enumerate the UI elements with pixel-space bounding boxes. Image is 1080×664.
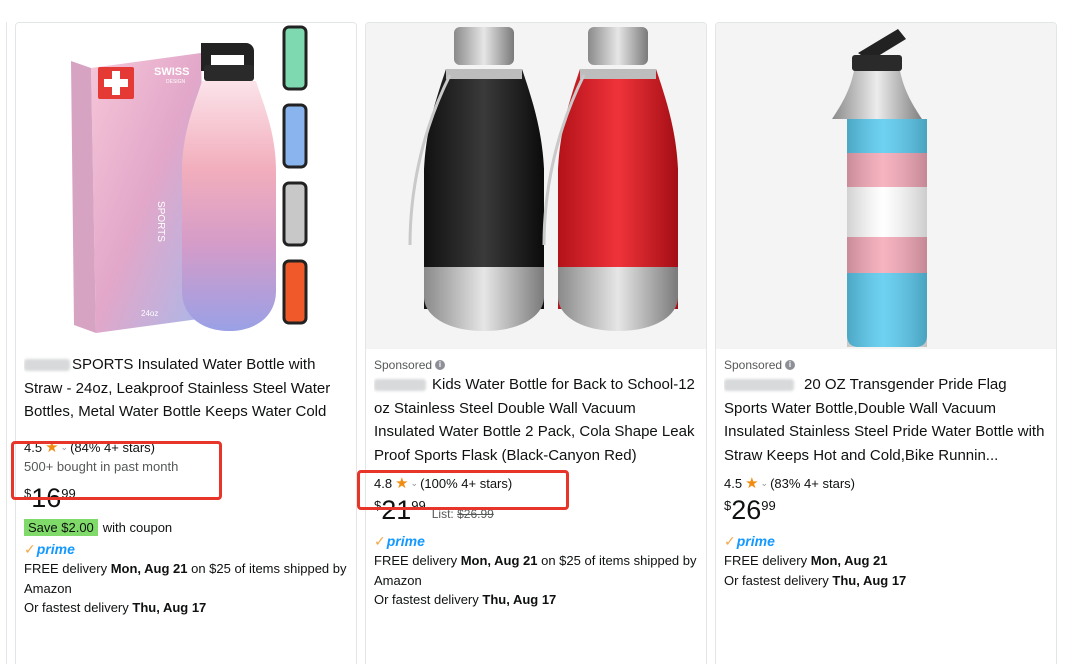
chevron-down-icon[interactable]: ⌄ <box>761 478 769 489</box>
price-whole: 26 <box>731 495 762 525</box>
product-title[interactable]: 20 OZ Transgender Pride Flag Sports Wate… <box>724 373 1048 469</box>
product-image[interactable]: SWISS DESIGN SPORTS 24oz <box>16 23 356 349</box>
product-details: Sponsored i 20 OZ Transgender Pride Flag… <box>724 353 1048 590</box>
swiss-bottle-illustration: SWISS DESIGN SPORTS 24oz <box>16 23 356 349</box>
prime-label: prime <box>36 541 75 557</box>
delivery-prefix: FREE delivery <box>374 553 461 568</box>
sponsored-text: Sponsored <box>724 358 783 372</box>
prime-check-icon: ✓ <box>374 533 386 549</box>
delivery-info: FREE delivery Mon, Aug 21 on $25 of item… <box>374 551 698 610</box>
rating-value: 4.5 <box>724 475 743 491</box>
prime-badge: ✓prime <box>374 531 698 551</box>
prime-badge: ✓prime <box>24 539 348 559</box>
product-image[interactable] <box>716 23 1056 349</box>
coupon-row[interactable]: Save $2.00 with coupon <box>24 517 348 537</box>
product-title[interactable]: Kids Water Bottle for Back to School-12 … <box>374 373 698 469</box>
prime-badge: ✓prime <box>724 531 1048 551</box>
delivery-info: FREE delivery Mon, Aug 21 Or fastest del… <box>724 551 1048 590</box>
rating-highlight-box <box>11 441 222 500</box>
box-size-text: 24oz <box>141 309 158 318</box>
product-title[interactable]: SPORTS Insulated Water Bottle with Straw… <box>24 353 348 425</box>
product-card: SWISS DESIGN SPORTS 24oz SPORTS Insulate… <box>15 22 357 664</box>
coupon-badge[interactable]: Save $2.00 <box>24 518 98 536</box>
box-side-text: SPORTS <box>155 201 166 242</box>
delivery-date: Mon, Aug 21 <box>810 553 888 568</box>
box-sub-text: DESIGN <box>166 79 186 85</box>
rating-highlight-box <box>357 470 569 510</box>
fastest-date: Thu, Aug 17 <box>832 572 907 588</box>
prime-check-icon: ✓ <box>24 541 36 557</box>
cola-bottles-illustration <box>366 23 706 349</box>
pride-bottle-illustration <box>716 23 1056 349</box>
fastest-prefix: Or fastest delivery <box>374 592 483 608</box>
delivery-prefix: FREE delivery <box>24 561 111 576</box>
product-card: Sponsored i Kids Water Bottle for Back t… <box>365 22 707 664</box>
delivery-prefix: FREE delivery <box>724 553 811 568</box>
rating-row[interactable]: 4.5 ★ ⌄ (83% 4+ stars) <box>724 473 1048 493</box>
rating-detail: (83% 4+ stars) <box>770 475 855 491</box>
delivery-date: Mon, Aug 21 <box>110 561 188 576</box>
price-fraction: 99 <box>761 498 776 513</box>
star-icon: ★ <box>745 475 759 492</box>
fastest-prefix: Or fastest delivery <box>724 572 833 588</box>
product-image[interactable] <box>366 23 706 349</box>
sponsored-label[interactable]: Sponsored i <box>724 357 1048 373</box>
sponsored-label[interactable]: Sponsored i <box>374 357 698 373</box>
coupon-text: with coupon <box>102 519 173 535</box>
previous-card-edge <box>0 22 7 664</box>
delivery-date: Mon, Aug 21 <box>460 553 538 568</box>
sponsored-text: Sponsored <box>374 358 433 372</box>
redacted-brand <box>374 379 426 392</box>
prime-check-icon: ✓ <box>724 533 736 549</box>
product-card: Sponsored i 20 OZ Transgender Pride Flag… <box>715 22 1057 664</box>
box-brand-text: SWISS <box>154 66 189 78</box>
price[interactable]: $ 26 99 <box>724 495 1048 529</box>
fastest-date: Thu, Aug 17 <box>132 600 207 616</box>
prime-label: prime <box>736 533 775 549</box>
delivery-info: FREE delivery Mon, Aug 21 on $25 of item… <box>24 559 348 618</box>
redacted-brand <box>724 379 794 392</box>
fastest-prefix: Or fastest delivery <box>24 600 133 616</box>
info-icon[interactable]: i <box>435 360 446 370</box>
fastest-date: Thu, Aug 17 <box>482 592 557 608</box>
prime-label: prime <box>386 533 425 549</box>
price-currency: $ <box>724 498 732 513</box>
redacted-brand <box>24 359 70 372</box>
info-icon[interactable]: i <box>785 360 796 370</box>
